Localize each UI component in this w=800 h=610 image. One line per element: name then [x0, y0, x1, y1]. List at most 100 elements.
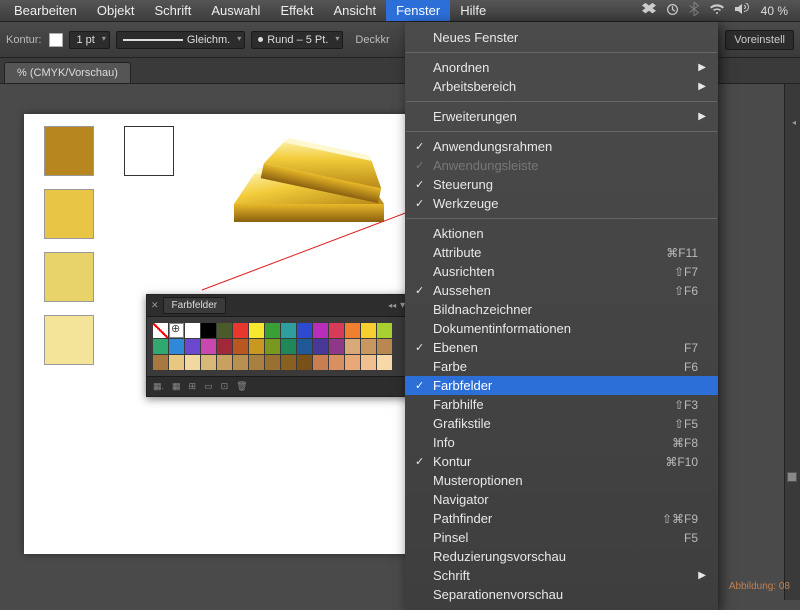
menu-item-neues-fenster[interactable]: Neues Fenster	[405, 28, 718, 47]
swatch-cell[interactable]	[313, 355, 328, 370]
swatch-cell[interactable]	[297, 339, 312, 354]
menu-item-anordnen[interactable]: Anordnen▶	[405, 58, 718, 77]
menu-item-arbeitsbereich[interactable]: Arbeitsbereich▶	[405, 77, 718, 96]
wifi-icon[interactable]	[709, 3, 725, 18]
menu-item-attribute[interactable]: Attribute⌘F11	[405, 243, 718, 262]
swatch-cell[interactable]	[329, 355, 344, 370]
menu-effekt[interactable]: Effekt	[270, 0, 323, 21]
stroke-weight-dropdown[interactable]: 1 pt	[69, 31, 109, 49]
swatch-cell[interactable]	[361, 355, 376, 370]
swatch-cell[interactable]	[185, 355, 200, 370]
dash-style-dropdown[interactable]: Gleichm.	[116, 31, 245, 49]
dock-color-proxy[interactable]	[787, 472, 797, 482]
swatch-cell[interactable]	[265, 355, 280, 370]
swatch-cell[interactable]	[169, 339, 184, 354]
swatch-cell[interactable]	[297, 355, 312, 370]
menu-item-dokumentinformationen[interactable]: Dokumentinformationen	[405, 319, 718, 338]
swatch-cell[interactable]	[281, 339, 296, 354]
right-dock[interactable]: ◂	[784, 84, 800, 600]
swatch-cell[interactable]	[361, 339, 376, 354]
artboard[interactable]: ✕ Farbfelder ◂◂ ▾≡ ▦. ▦ ⊞ ▭ ⊡ 🗑	[24, 114, 444, 554]
delete-swatch-icon[interactable]: 🗑	[236, 381, 247, 392]
menu-schrift[interactable]: Schrift	[144, 0, 201, 21]
menu-item-pathfinder[interactable]: Pathfinder⇧⌘F9	[405, 509, 718, 528]
color-sample-4[interactable]	[44, 315, 94, 365]
document-tab[interactable]: % (CMYK/Vorschau)	[4, 62, 131, 83]
menu-item-bildnachzeichner[interactable]: Bildnachzeichner	[405, 300, 718, 319]
swatch-cell[interactable]	[281, 323, 296, 338]
swatch-cell[interactable]	[345, 355, 360, 370]
menu-item-werkzeuge[interactable]: ✓Werkzeuge	[405, 194, 718, 213]
swatch-cell[interactable]	[345, 339, 360, 354]
menu-item-pinsel[interactable]: PinselF5	[405, 528, 718, 547]
swatch-cell[interactable]	[249, 323, 264, 338]
swatch-cell[interactable]	[377, 355, 392, 370]
color-sample-2[interactable]	[44, 189, 94, 239]
new-swatch-icon[interactable]: ⊡	[221, 381, 229, 392]
menu-objekt[interactable]: Objekt	[87, 0, 145, 21]
color-sample-3[interactable]	[44, 252, 94, 302]
stroke-swatch[interactable]	[49, 33, 63, 47]
color-sample-1[interactable]	[44, 126, 94, 176]
panel-collapse-icon[interactable]: ◂◂	[388, 301, 396, 310]
swatch-cell[interactable]	[185, 339, 200, 354]
menu-item-farbhilfe[interactable]: Farbhilfe⇧F3	[405, 395, 718, 414]
swatch-cell[interactable]	[249, 339, 264, 354]
swatch-options-icon[interactable]: ⊞	[189, 381, 197, 392]
swatch-cell[interactable]	[361, 323, 376, 338]
swatch-cell[interactable]	[297, 323, 312, 338]
menu-item-aktionen[interactable]: Aktionen	[405, 224, 718, 243]
swatches-panel[interactable]: ✕ Farbfelder ◂◂ ▾≡ ▦. ▦ ⊞ ▭ ⊡ 🗑	[146, 294, 416, 397]
volume-icon[interactable]	[735, 3, 751, 18]
panel-header[interactable]: ✕ Farbfelder ◂◂ ▾≡	[147, 295, 415, 317]
swatch-cell[interactable]	[329, 339, 344, 354]
menu-item-kontur[interactable]: ✓Kontur⌘F10	[405, 452, 718, 471]
swatch-cell[interactable]	[281, 355, 296, 370]
menu-item-grafikstile[interactable]: Grafikstile⇧F5	[405, 414, 718, 433]
menu-item-separationenvorschau[interactable]: Separationenvorschau	[405, 585, 718, 604]
swatch-lib-icon[interactable]: ▦.	[153, 381, 164, 392]
menu-item-ausrichten[interactable]: Ausrichten⇧F7	[405, 262, 718, 281]
swatch-cell[interactable]	[217, 323, 232, 338]
panel-tab-title[interactable]: Farbfelder	[163, 297, 227, 314]
swatch-cell[interactable]	[169, 355, 184, 370]
swatch-cell[interactable]	[201, 339, 216, 354]
swatch-cell[interactable]	[265, 323, 280, 338]
menu-bearbeiten[interactable]: Bearbeiten	[4, 0, 87, 21]
swatch-cell[interactable]	[233, 355, 248, 370]
menu-fenster[interactable]: Fenster	[386, 0, 450, 21]
dropbox-icon[interactable]	[642, 2, 656, 19]
menu-item-farbfelder[interactable]: ✓Farbfelder	[405, 376, 718, 395]
swatch-cell[interactable]	[153, 323, 168, 338]
swatch-cell[interactable]	[217, 339, 232, 354]
swatch-cell[interactable]	[313, 339, 328, 354]
bluetooth-icon[interactable]	[689, 2, 699, 19]
menu-item-info[interactable]: Info⌘F8	[405, 433, 718, 452]
sync-icon[interactable]	[666, 3, 679, 19]
menu-item-musteroptionen[interactable]: Musteroptionen	[405, 471, 718, 490]
swatch-cell[interactable]	[329, 323, 344, 338]
menu-ansicht[interactable]: Ansicht	[323, 0, 386, 21]
menu-item-farbe[interactable]: FarbeF6	[405, 357, 718, 376]
swatch-cell[interactable]	[201, 323, 216, 338]
swatch-cell[interactable]	[233, 323, 248, 338]
show-swatch-kinds-icon[interactable]: ▦	[172, 381, 181, 392]
swatch-cell[interactable]	[201, 355, 216, 370]
menu-item-navigator[interactable]: Navigator	[405, 490, 718, 509]
menu-item-reduzierungsvorschau[interactable]: Reduzierungsvorschau	[405, 547, 718, 566]
cap-style-dropdown[interactable]: Rund – 5 Pt.	[251, 31, 343, 49]
panel-close-icon[interactable]: ✕	[151, 300, 159, 311]
swatch-cell[interactable]	[185, 323, 200, 338]
menu-hilfe[interactable]: Hilfe	[450, 0, 496, 21]
swatch-cell[interactable]	[153, 355, 168, 370]
dock-expand-icon[interactable]: ◂	[792, 118, 796, 127]
color-group-icon[interactable]: ▭	[204, 381, 213, 392]
menu-item-erweiterungen[interactable]: Erweiterungen▶	[405, 107, 718, 126]
swatch-cell[interactable]	[217, 355, 232, 370]
preferences-button[interactable]: Voreinstell	[725, 30, 794, 50]
empty-sample[interactable]	[124, 126, 174, 176]
menu-item-aussehen[interactable]: ✓Aussehen⇧F6	[405, 281, 718, 300]
menu-item-schrift[interactable]: Schrift▶	[405, 566, 718, 585]
menu-item-steuerung[interactable]: ✓Steuerung	[405, 175, 718, 194]
swatch-cell[interactable]	[233, 339, 248, 354]
